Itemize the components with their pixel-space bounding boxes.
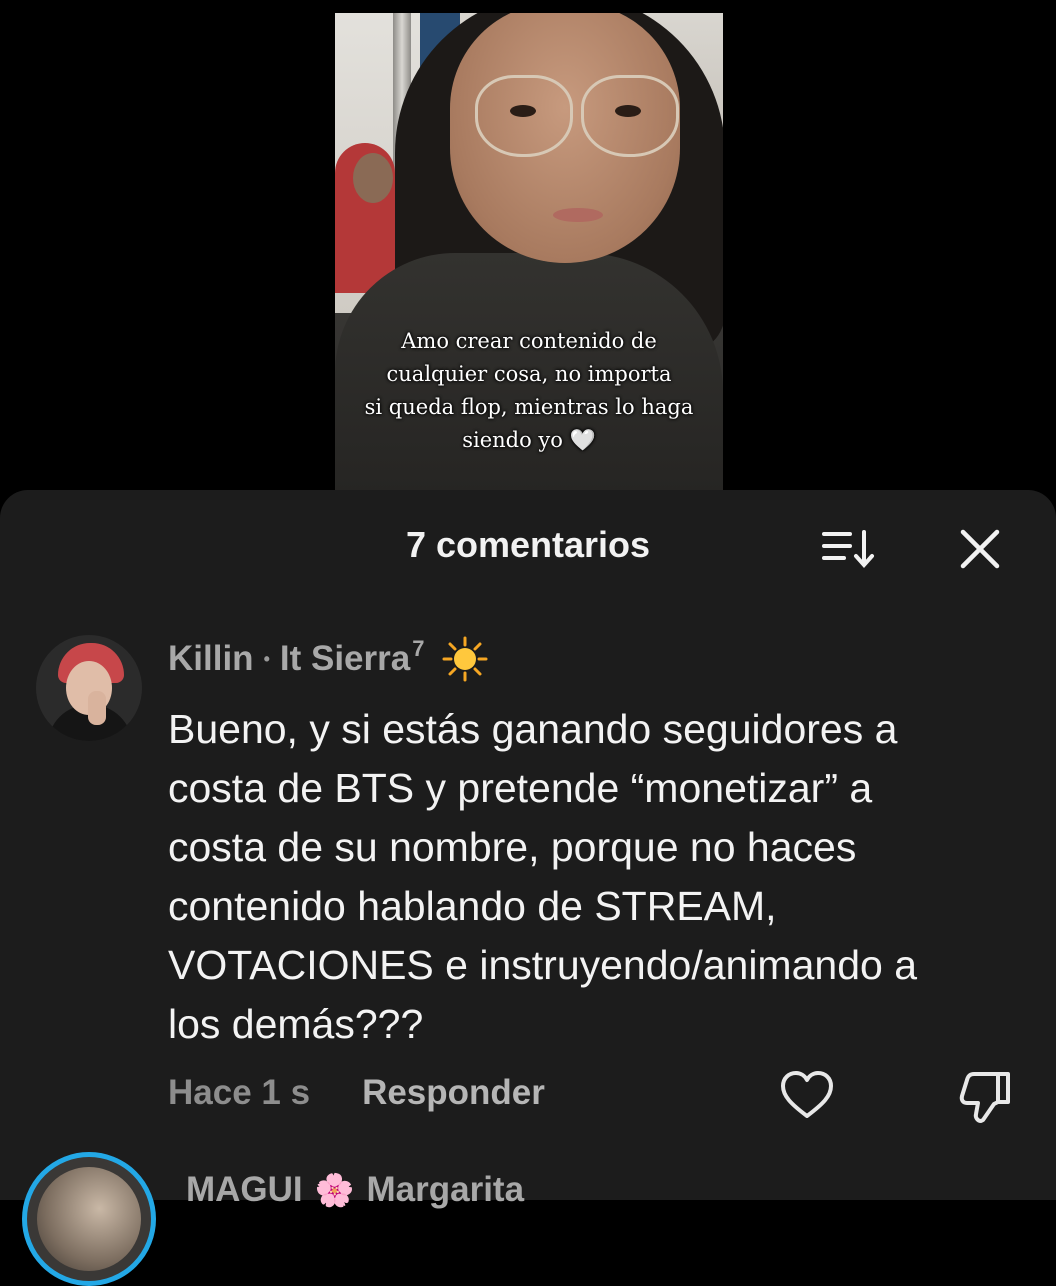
close-icon [960,529,1000,569]
comment-author[interactable]: Killin [168,639,254,679]
avatar-image [37,1167,141,1271]
avatar-with-story-ring[interactable] [22,1152,156,1286]
comment-meta: Hace 1 s Responder [168,1073,545,1113]
video-preview[interactable]: Amo crear contenido de cualquier cosa, n… [335,13,723,490]
like-button[interactable] [779,1070,835,1122]
comment-author-row[interactable]: MAGUI 🌸 Margarita [186,1170,524,1210]
comment-text: Bueno, y si estás ganando seguidores a c… [168,706,917,1047]
dislike-button[interactable] [958,1068,1014,1124]
right-eye [615,105,641,117]
handle-superscript: 7 [412,636,425,661]
avatar-hand [88,691,106,725]
comment-handle: Margarita [366,1170,525,1209]
sun-icon [442,636,488,682]
background-person-face [353,153,393,203]
comment-author-row[interactable]: Killin • It Sierra 7 [168,636,488,682]
comments-count-title: 7 comentarios [405,524,651,565]
avatar[interactable] [36,635,142,741]
close-button[interactable] [955,528,1003,572]
comment-time: Hace 1 s [168,1073,311,1112]
comments-sheet: 7 comentarios Killin • It Sierra 7 Bueno… [0,490,1056,1286]
thumbs-down-icon [959,1072,1010,1123]
heart-icon [781,1071,833,1118]
separator-dot: • [263,648,270,669]
video-caption: Amo crear contenido de cualquier cosa, n… [364,329,694,452]
comment-author[interactable]: MAGUI [186,1170,303,1210]
left-eye [510,105,536,117]
sort-icon [822,530,874,569]
comment-handle: It Sierra [279,639,411,678]
sort-button[interactable] [820,528,880,572]
reply-button[interactable]: Responder [362,1073,545,1113]
flower-emoji: 🌸 [314,1172,355,1208]
mouth [553,208,603,222]
